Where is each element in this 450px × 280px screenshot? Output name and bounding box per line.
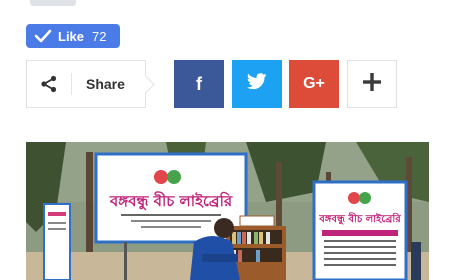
article-photo: বঙ্গবন্ধু বীচ লাইব্রেরি বঙ্গবন্ধু বীচ লা…: [26, 142, 429, 280]
check-icon: [34, 29, 52, 43]
googleplus-icon: G+: [303, 75, 325, 92]
twitter-share-button[interactable]: [232, 60, 282, 108]
facebook-icon: f: [196, 73, 202, 94]
plus-icon: [362, 72, 382, 97]
like-button[interactable]: Like 72: [26, 24, 120, 48]
share-icon: [27, 61, 71, 107]
banner-right-title: বঙ্গবন্ধু বীচ লাইব্রেরি: [318, 211, 401, 226]
share-button[interactable]: Share: [26, 60, 146, 108]
like-count: 72: [92, 28, 107, 44]
top-image-remnant: [30, 0, 76, 6]
banner-left-title: বঙ্গবন্ধু বীচ লাইব্রেরি: [109, 191, 233, 210]
share-label: Share: [86, 76, 125, 92]
more-share-button[interactable]: [347, 60, 397, 108]
facebook-share-button[interactable]: f: [174, 60, 224, 108]
twitter-bird-icon: [246, 73, 267, 95]
googleplus-share-button[interactable]: G+: [289, 60, 339, 108]
share-divider: [71, 73, 72, 95]
like-label: Like: [58, 28, 85, 44]
